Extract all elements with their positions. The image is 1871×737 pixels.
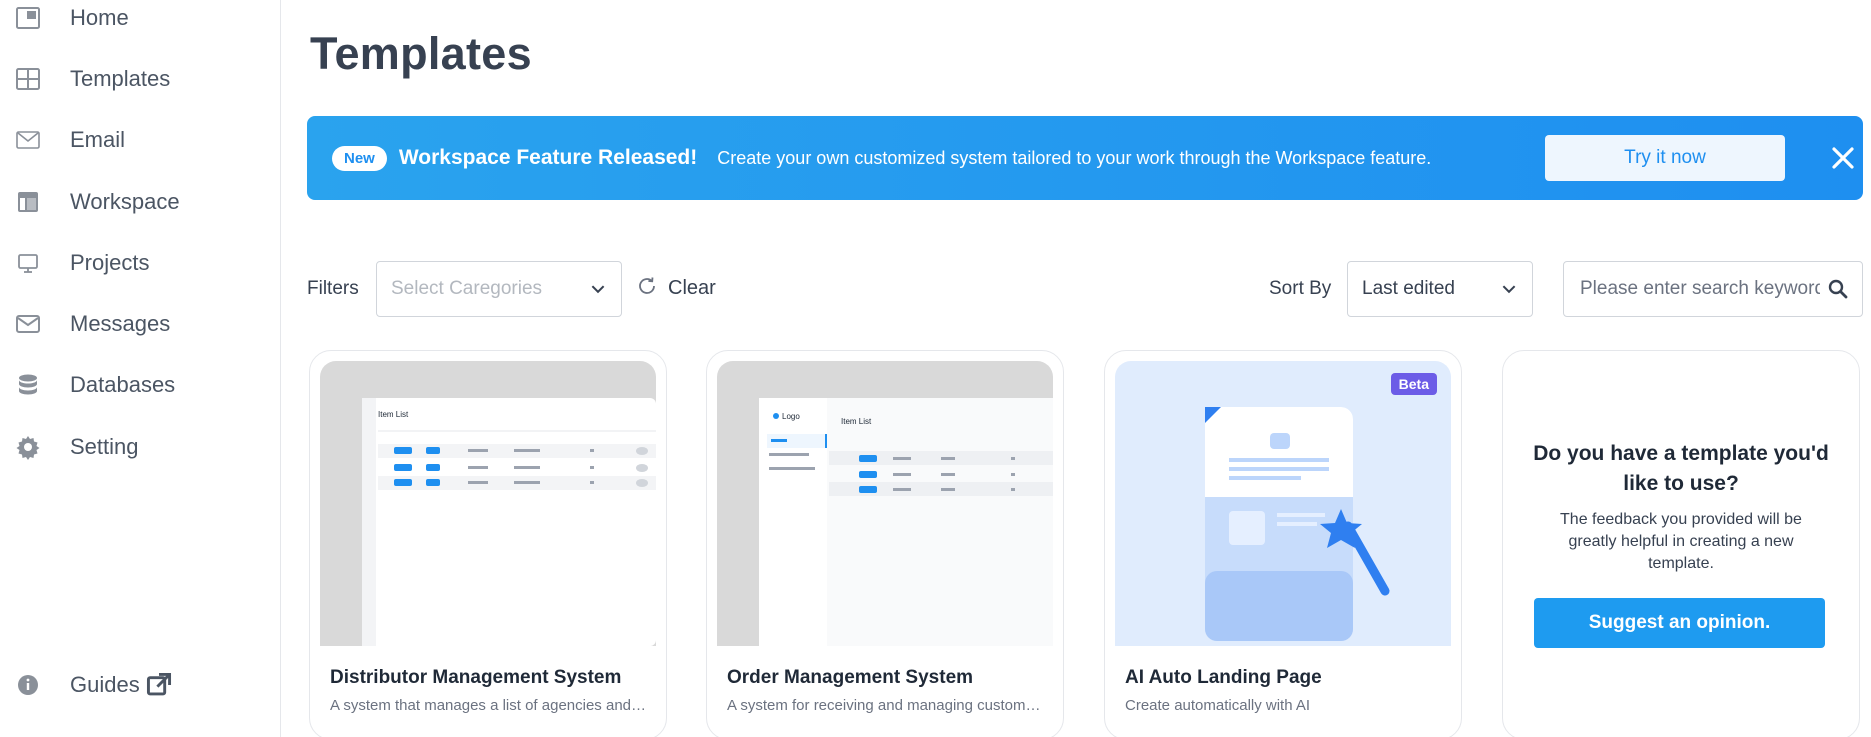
close-icon[interactable]: [1827, 142, 1859, 174]
sidebar-item-label: Projects: [70, 250, 150, 275]
sidebar-item-email[interactable]: Email: [0, 117, 280, 163]
sidebar-item-label: Guides: [70, 672, 140, 697]
clear-label: Clear: [668, 277, 716, 299]
gear-icon: [14, 433, 42, 461]
category-select[interactable]: Select Caregories: [376, 261, 622, 317]
sidebar-item-templates[interactable]: Templates: [0, 56, 280, 102]
monitor-icon: [14, 249, 42, 277]
template-preview: Logo Item List: [717, 361, 1053, 646]
template-preview: Item List: [320, 361, 656, 646]
sidebar-item-label: Databases: [70, 372, 176, 397]
template-card-order[interactable]: Logo Item List Order Management System A…: [706, 350, 1064, 737]
sidebar-item-label: Home: [70, 5, 129, 30]
template-title: AI Auto Landing Page: [1125, 667, 1322, 688]
sidebar-item-databases[interactable]: Databases: [0, 362, 280, 408]
external-link-icon: [146, 672, 172, 698]
template-description: Create automatically with AI: [1125, 697, 1311, 714]
banner-title: Workspace Feature Released!: [398, 146, 698, 169]
sidebar-item-messages[interactable]: Messages: [0, 301, 280, 347]
feature-banner: New Workspace Feature Released! Create y…: [307, 116, 1863, 200]
template-description: A system that manages a list of agencies…: [330, 697, 650, 714]
sidebar-item-label: Templates: [70, 66, 171, 91]
suggest-feedback: The feedback you provided will be greatl…: [1560, 511, 1802, 572]
category-select-placeholder: Select Caregories: [391, 278, 543, 299]
template-title: Distributor Management System: [330, 667, 622, 688]
mail-outline-icon: [14, 126, 42, 154]
banner-description: Create your own customized system tailor…: [717, 147, 1432, 168]
sidebar-item-label: Messages: [70, 311, 171, 336]
search-box: [1563, 261, 1863, 317]
preview-title: Item List: [378, 410, 409, 419]
main-content: Templates New Workspace Feature Released…: [281, 0, 1871, 737]
suggest-template-card: Do you have a template you'd like to use…: [1502, 350, 1860, 737]
try-it-now-button[interactable]: Try it now: [1545, 135, 1785, 181]
filters-label: Filters: [307, 278, 359, 299]
workspace-icon: [14, 188, 42, 216]
sidebar-item-label: Workspace: [70, 189, 180, 214]
search-input[interactable]: [1580, 276, 1820, 302]
chevron-down-icon: [589, 280, 607, 304]
template-card-distributor[interactable]: Item List Distributor Management System …: [309, 350, 667, 737]
new-badge: New: [332, 145, 387, 171]
chevron-down-icon: [1500, 280, 1518, 304]
clear-filters-button[interactable]: Clear: [636, 275, 716, 302]
info-icon: [14, 671, 42, 699]
sort-by-label: Sort By: [1269, 278, 1332, 299]
beta-badge: Beta: [1390, 373, 1437, 395]
database-icon: [14, 371, 42, 399]
magic-wand-illustration-icon: [1205, 407, 1390, 641]
suggest-opinion-button[interactable]: Suggest an opinion.: [1534, 598, 1825, 648]
template-title: Order Management System: [727, 667, 974, 688]
search-icon[interactable]: [1828, 279, 1848, 304]
sidebar-item-label: Setting: [70, 434, 139, 459]
page-title: Templates: [310, 28, 532, 79]
window-icon: [14, 4, 42, 32]
preview-logo: Logo: [782, 412, 800, 421]
sidebar: Home Templates Email Workspace Projects …: [0, 0, 281, 737]
preview-title: Item List: [841, 417, 872, 426]
sidebar-item-projects[interactable]: Projects: [0, 240, 280, 286]
template-card-ai-landing[interactable]: Beta AI Auto Landing Page Create automat…: [1104, 350, 1462, 737]
sidebar-item-home[interactable]: Home: [0, 0, 280, 41]
suggest-question: Do you have a template you'd like to use…: [1533, 442, 1829, 495]
sidebar-item-guides[interactable]: Guides: [0, 662, 280, 708]
sort-select[interactable]: Last edited: [1347, 261, 1533, 317]
sidebar-item-label: Email: [70, 127, 126, 152]
sidebar-item-setting[interactable]: Setting: [0, 424, 280, 470]
envelope-icon: [14, 310, 42, 338]
grid-icon: [14, 65, 42, 93]
template-preview: Beta: [1115, 361, 1451, 646]
sort-select-value: Last edited: [1362, 278, 1455, 299]
template-description: A system for receiving and managing cust…: [727, 697, 1047, 714]
sidebar-item-workspace[interactable]: Workspace: [0, 179, 280, 225]
refresh-icon: [636, 275, 658, 302]
